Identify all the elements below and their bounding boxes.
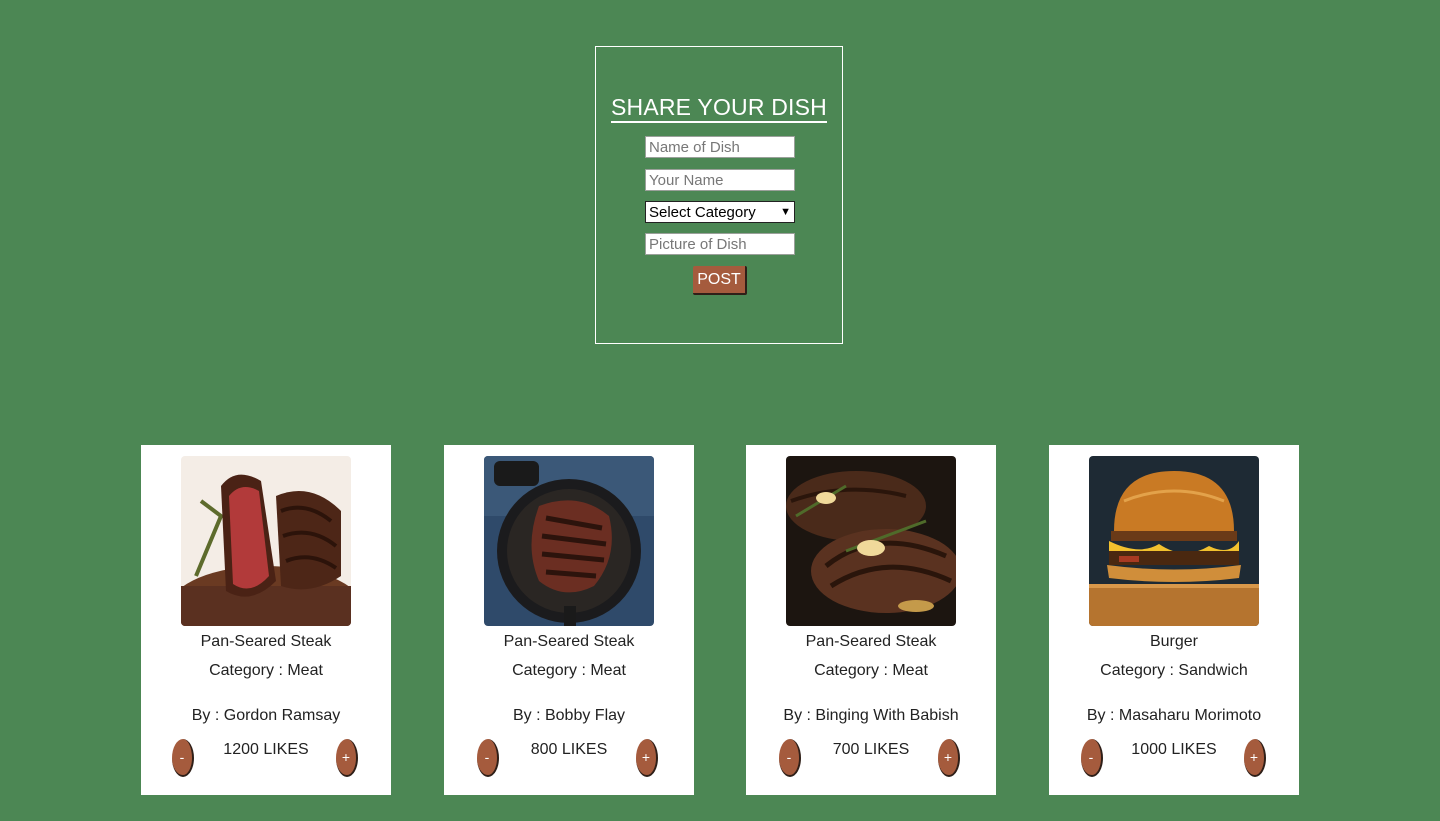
dish-title: Pan-Seared Steak (200, 633, 332, 650)
dish-title: Pan-Seared Steak (503, 633, 635, 650)
like-button[interactable]: + (1244, 739, 1266, 777)
chevron-down-icon: ▼ (780, 206, 791, 218)
dish-card: Pan-Seared Steak Category : Meat By : Bo… (444, 445, 694, 795)
dish-author: By : Binging With Babish (783, 707, 959, 724)
like-button[interactable]: + (336, 739, 358, 777)
dish-author: By : Masaharu Morimoto (1086, 707, 1262, 724)
share-dish-form: SHARE YOUR DISH Select Category ▼ POST (595, 46, 843, 344)
sliced-steak-photo (181, 456, 351, 626)
burger-photo (1089, 456, 1259, 626)
your-name-input[interactable] (645, 169, 795, 191)
dish-author: By : Bobby Flay (512, 707, 626, 724)
dish-name-input[interactable] (645, 136, 795, 158)
dish-card: Pan-Seared Steak Category : Meat By : Bi… (746, 445, 996, 795)
steak-in-skillet-photo (484, 456, 654, 626)
dish-card: Pan-Seared Steak Category : Meat By : Go… (141, 445, 391, 795)
steaks-with-rosemary-photo (786, 456, 956, 626)
dish-category: Category : Meat (512, 662, 626, 679)
picture-input[interactable] (645, 233, 795, 255)
dish-category: Category : Meat (209, 662, 323, 679)
dish-author: By : Gordon Ramsay (191, 707, 341, 724)
like-button[interactable]: + (938, 739, 960, 777)
page: SHARE YOUR DISH Select Category ▼ POST (0, 0, 1440, 821)
dish-title: Pan-Seared Steak (805, 633, 937, 650)
like-button[interactable]: + (636, 739, 658, 777)
form-title: SHARE YOUR DISH (596, 93, 842, 123)
category-select[interactable]: Select Category ▼ (645, 201, 795, 223)
dish-title: Burger (1149, 633, 1199, 650)
form-title-text: SHARE YOUR DISH (610, 93, 827, 123)
dish-category: Category : Meat (814, 662, 928, 679)
category-select-value: Select Category (649, 203, 756, 221)
dish-category: Category : Sandwich (1100, 662, 1248, 679)
post-button[interactable]: POST (693, 266, 747, 295)
dish-card: Burger Category : Sandwich By : Masaharu… (1049, 445, 1299, 795)
